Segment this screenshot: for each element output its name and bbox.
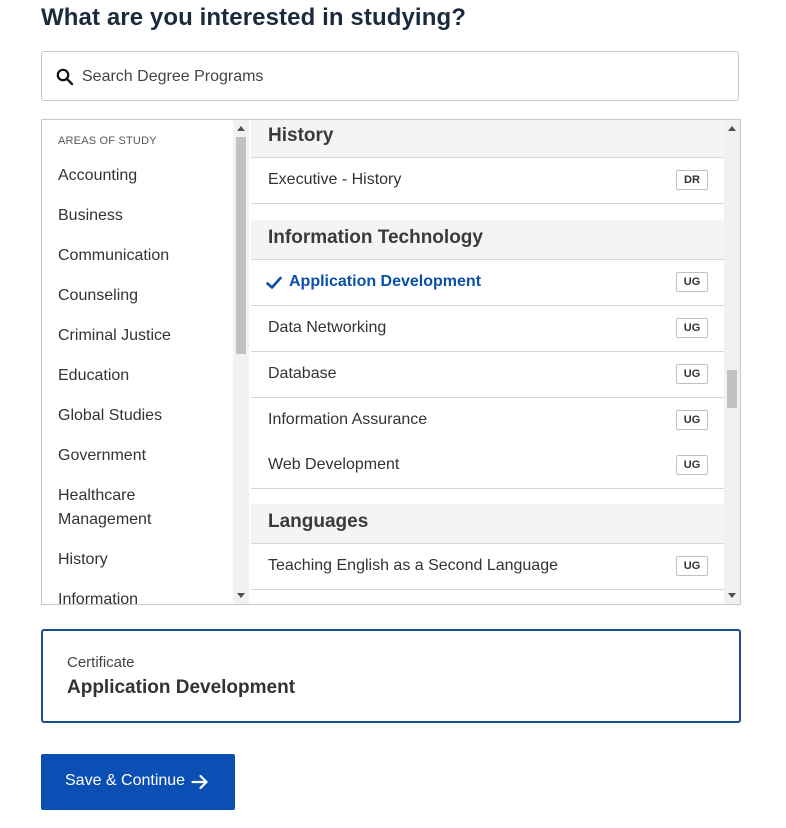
program-name: Application Development xyxy=(289,273,482,290)
level-badge: UG xyxy=(676,556,708,576)
search-box[interactable] xyxy=(41,51,739,101)
arrow-right-icon xyxy=(191,774,208,790)
program-row-teaching-english[interactable]: Teaching English as a Second Language UG xyxy=(251,544,724,590)
area-item-accounting[interactable]: Accounting xyxy=(58,164,228,188)
area-item-global-studies[interactable]: Global Studies xyxy=(58,404,228,428)
area-item-history[interactable]: History xyxy=(58,548,228,572)
area-item-education[interactable]: Education xyxy=(58,364,228,388)
scroll-up-arrow-icon[interactable] xyxy=(728,126,736,131)
program-row-application-development[interactable]: Application Development UG xyxy=(251,260,724,306)
areas-of-study-list: AREAS OF STUDY Accounting Business Commu… xyxy=(42,120,235,604)
area-item-healthcare-management[interactable]: Healthcare Management xyxy=(58,484,228,532)
program-row-data-networking[interactable]: Data Networking UG xyxy=(251,306,724,352)
area-item-criminal-justice[interactable]: Criminal Justice xyxy=(58,324,228,348)
area-item-business[interactable]: Business xyxy=(58,204,228,228)
program-row-executive-history[interactable]: Executive - History DR xyxy=(251,158,724,204)
level-badge: UG xyxy=(676,318,708,338)
search-icon xyxy=(56,68,74,86)
program-picker: AREAS OF STUDY Accounting Business Commu… xyxy=(41,119,741,605)
check-icon xyxy=(266,276,282,289)
group-header-information-technology: Information Technology xyxy=(251,220,724,260)
level-badge: UG xyxy=(676,455,708,475)
selected-program-name: Application Development xyxy=(67,677,296,698)
scroll-down-arrow-icon[interactable] xyxy=(728,593,736,598)
group-header-languages: Languages xyxy=(251,504,724,544)
save-continue-button[interactable]: Save & Continue xyxy=(41,754,235,810)
program-row-information-assurance[interactable]: Information Assurance UG xyxy=(251,398,724,444)
area-item-communication[interactable]: Communication xyxy=(58,244,228,268)
program-name: Executive - History xyxy=(268,171,402,188)
area-item-government[interactable]: Government xyxy=(58,444,228,468)
search-input[interactable] xyxy=(82,64,722,90)
program-name: Web Development xyxy=(268,456,400,473)
level-badge: DR xyxy=(676,170,708,190)
programs-list: History Executive - History DR Informati… xyxy=(251,120,724,604)
program-name: Data Networking xyxy=(268,319,387,336)
selected-program-type: Certificate xyxy=(67,654,135,671)
save-continue-label: Save & Continue xyxy=(65,772,186,789)
scrollbar-thumb[interactable] xyxy=(236,137,246,354)
areas-caption: AREAS OF STUDY xyxy=(58,135,157,147)
scroll-down-arrow-icon[interactable] xyxy=(237,593,245,598)
page-title: What are you interested in studying? xyxy=(41,4,466,31)
scroll-up-arrow-icon[interactable] xyxy=(237,126,245,131)
areas-scrollbar[interactable] xyxy=(233,120,249,604)
program-name: Information Assurance xyxy=(268,411,428,428)
scrollbar-thumb[interactable] xyxy=(727,370,737,408)
group-header-history: History xyxy=(251,120,724,158)
program-row-web-development[interactable]: Web Development UG xyxy=(251,443,724,489)
program-name: Database xyxy=(268,365,337,382)
selected-program-card: Certificate Application Development xyxy=(41,629,741,723)
programs-scrollbar[interactable] xyxy=(724,120,740,604)
level-badge: UG xyxy=(676,364,708,384)
area-item-counseling[interactable]: Counseling xyxy=(58,284,228,308)
program-name: Teaching English as a Second Language xyxy=(268,557,558,574)
program-row-database[interactable]: Database UG xyxy=(251,352,724,398)
level-badge: UG xyxy=(676,410,708,430)
area-item-information[interactable]: Information xyxy=(58,588,228,604)
level-badge: UG xyxy=(676,272,708,292)
